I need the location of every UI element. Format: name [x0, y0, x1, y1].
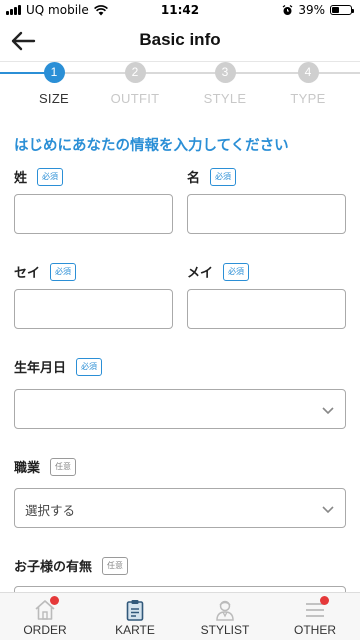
form-intro: はじめにあなたの情報を入力してください: [14, 138, 289, 154]
back-button[interactable]: [8, 26, 42, 56]
optional-badge: 任意: [102, 556, 129, 575]
alarm-icon: [282, 4, 293, 15]
step-label: TYPE: [290, 91, 326, 106]
step-style[interactable]: 3 STYLE: [185, 62, 265, 106]
first-name-kana-label: メイ 必須: [187, 262, 250, 281]
first-name-kana-field[interactable]: [187, 289, 346, 329]
last-name-label: 姓 必須: [14, 167, 64, 186]
notification-dot: [50, 596, 59, 605]
required-badge: 必須: [223, 262, 250, 281]
nav-stylist[interactable]: STYLIST: [180, 593, 270, 640]
first-name-label: 名 必須: [187, 167, 237, 186]
required-badge: 必須: [37, 167, 64, 186]
step-number: 1: [43, 62, 65, 83]
nav-stylist-label: STYLIST: [200, 623, 250, 637]
notification-dot: [320, 596, 329, 605]
occupation-label: 職業 任意: [14, 457, 77, 476]
nav-order[interactable]: ORDER: [0, 593, 90, 640]
last-name-field[interactable]: [14, 194, 173, 234]
last-name-kana-field[interactable]: [14, 289, 173, 329]
step-label: OUTFIT: [110, 91, 160, 106]
nav-order-label: ORDER: [23, 623, 67, 637]
arrow-left-icon: [11, 31, 36, 51]
nav-other[interactable]: OTHER: [270, 593, 360, 640]
children-label: お子様の有無 任意: [14, 556, 129, 575]
step-size[interactable]: 1 SIZE: [14, 62, 94, 106]
required-badge: 必須: [76, 357, 103, 376]
occupation-select[interactable]: 選択する: [14, 488, 346, 528]
step-number: 2: [124, 62, 146, 83]
step-label: STYLE: [203, 91, 247, 106]
occupation-value: 選択する: [25, 503, 76, 518]
last-name-kana-label: セイ 必須: [14, 262, 77, 281]
step-number: 4: [297, 62, 319, 83]
battery-percentage: 39%: [298, 3, 325, 17]
header: Basic info: [0, 22, 360, 60]
bottom-navigation: ORDER KARTE STYLIST OTHER: [0, 592, 360, 640]
step-type[interactable]: 4 TYPE: [268, 62, 348, 106]
stylist-icon: [216, 600, 234, 621]
status-bar: UQ mobile 11:42 39%: [0, 0, 360, 20]
required-badge: 必須: [210, 167, 237, 186]
step-outfit[interactable]: 2 OUTFIT: [95, 62, 175, 106]
nav-karte-label: KARTE: [115, 623, 155, 637]
optional-badge: 任意: [50, 457, 77, 476]
page-title: Basic info: [139, 30, 221, 49]
birthday-label: 生年月日 必須: [14, 357, 103, 376]
birthday-select[interactable]: [14, 389, 346, 429]
chevron-down-icon: [322, 506, 334, 514]
progress-stepper: 1 SIZE 2 OUTFIT 3 STYLE 4 TYPE: [0, 62, 360, 110]
nav-karte[interactable]: KARTE: [90, 593, 180, 640]
battery-icon: [330, 5, 354, 15]
first-name-field[interactable]: [187, 194, 346, 234]
step-number: 3: [214, 62, 236, 83]
nav-other-label: OTHER: [294, 623, 336, 637]
chevron-down-icon: [322, 407, 334, 415]
step-label: SIZE: [38, 91, 70, 106]
clipboard-icon: [126, 600, 144, 621]
required-badge: 必須: [50, 262, 77, 281]
